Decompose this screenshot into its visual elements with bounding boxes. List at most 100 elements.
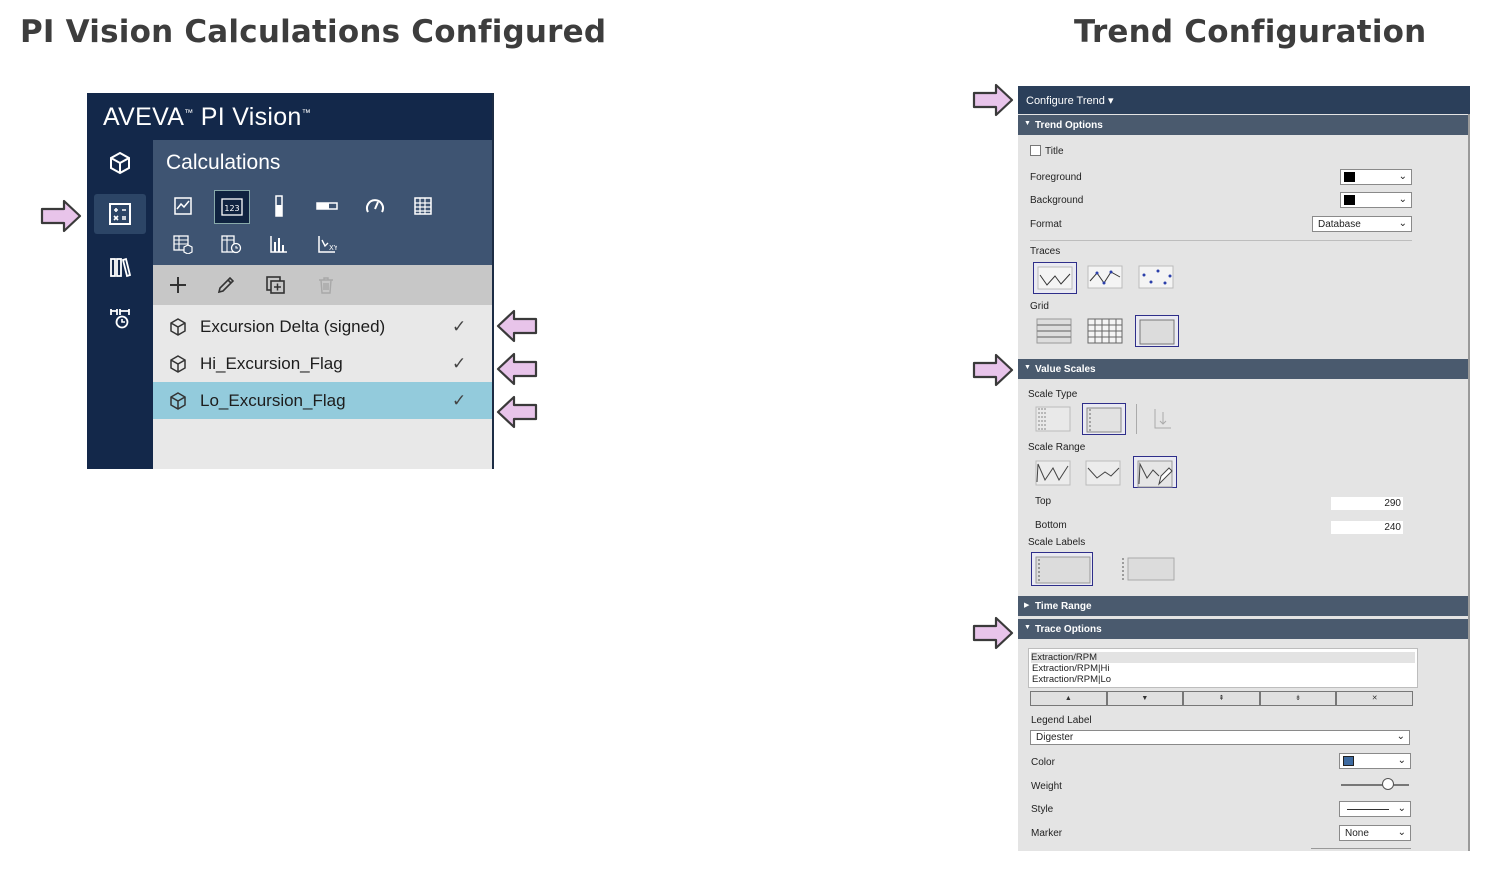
chevron-down-icon: ⌄ bbox=[1398, 218, 1407, 229]
move-down-button[interactable]: ▼ bbox=[1106, 691, 1184, 706]
background-select[interactable]: ⌄ bbox=[1340, 192, 1412, 208]
add-icon[interactable] bbox=[163, 271, 193, 299]
top-input[interactable]: 290 bbox=[1331, 497, 1403, 510]
section-value-scales[interactable]: ▼ Value Scales bbox=[1018, 359, 1468, 379]
legend-label-label: Legend Label bbox=[1031, 715, 1092, 726]
scale-type-label: Scale Type bbox=[1028, 389, 1078, 400]
marker-select[interactable]: None ⌄ bbox=[1339, 825, 1411, 841]
calculations-title: Calculations bbox=[166, 151, 281, 174]
title-checkbox[interactable] bbox=[1030, 145, 1041, 156]
arrow-right-icon bbox=[972, 615, 1014, 651]
style-select[interactable]: ⌄ bbox=[1339, 801, 1411, 817]
marker-label: Marker bbox=[1031, 828, 1063, 839]
expanded-triangle-icon: ▼ bbox=[1024, 624, 1031, 631]
scale-type-multiple-button[interactable] bbox=[1032, 403, 1076, 435]
scale-labels-outside-button[interactable] bbox=[1117, 552, 1179, 586]
legend-label-select[interactable]: Digester ⌄ bbox=[1030, 730, 1410, 745]
calculation-row-selected[interactable]: Lo_Excursion_Flag ✓ bbox=[153, 382, 492, 419]
move-bottom-button[interactable]: ⇟ bbox=[1259, 691, 1337, 706]
horizontal-gauge-icon[interactable] bbox=[310, 190, 344, 222]
events-icon[interactable] bbox=[94, 298, 146, 338]
bar-chart-icon[interactable] bbox=[262, 228, 296, 260]
calculations-icon[interactable] bbox=[94, 194, 146, 234]
move-up-button[interactable]: ▲ bbox=[1030, 691, 1107, 706]
weight-slider-handle[interactable] bbox=[1382, 778, 1394, 790]
scale-labels-inside-button[interactable] bbox=[1031, 552, 1093, 586]
arrow-left-icon bbox=[496, 308, 538, 344]
assets-icon[interactable] bbox=[94, 143, 146, 183]
trace-item[interactable]: Extraction/RPM|Hi bbox=[1032, 663, 1109, 674]
event-table-icon[interactable] bbox=[214, 228, 248, 260]
format-select[interactable]: Database ⌄ bbox=[1312, 216, 1412, 232]
grid-full-button[interactable] bbox=[1084, 315, 1128, 347]
color-select[interactable]: ⌄ bbox=[1339, 753, 1411, 769]
calculations-list: Excursion Delta (signed) ✓ Hi_Excursion_… bbox=[153, 305, 492, 469]
duplicate-icon[interactable] bbox=[261, 271, 291, 299]
section-trace-options[interactable]: ▼ Trace Options bbox=[1018, 619, 1468, 639]
weight-label: Weight bbox=[1031, 781, 1062, 792]
trace-item[interactable]: Extraction/RPM|Lo bbox=[1032, 674, 1111, 685]
move-top-button[interactable]: ⇞ bbox=[1183, 691, 1260, 706]
table-icon[interactable] bbox=[406, 190, 440, 222]
scale-range-autorange-button[interactable] bbox=[1032, 457, 1076, 489]
trace-line-button[interactable] bbox=[1033, 262, 1077, 294]
xy-plot-icon[interactable]: XY bbox=[310, 228, 344, 260]
asset-comparison-table-icon[interactable] bbox=[166, 228, 200, 260]
right-heading: Trend Configuration bbox=[1074, 14, 1427, 50]
vertical-gauge-icon[interactable] bbox=[262, 190, 296, 222]
arrow-left-icon bbox=[496, 394, 538, 430]
trace-item-selected[interactable]: Extraction/RPM bbox=[1031, 652, 1415, 663]
app-title-bar: AVEVA™ PI Vision™ bbox=[87, 93, 492, 140]
collapsed-triangle-icon: ▶ bbox=[1024, 602, 1030, 609]
traces-label: Traces bbox=[1030, 246, 1061, 257]
trace-order-buttons: ▲ ▼ ⇞ ⇟ ✕ bbox=[1030, 691, 1413, 706]
color-label: Color bbox=[1031, 757, 1055, 768]
bottom-label: Bottom bbox=[1035, 520, 1067, 531]
arrow-right-icon bbox=[40, 198, 82, 234]
section-time-range[interactable]: ▶ Time Range bbox=[1018, 596, 1468, 616]
scrollbar[interactable] bbox=[1468, 114, 1470, 851]
edit-icon[interactable] bbox=[211, 271, 241, 299]
trace-line-markers-button[interactable] bbox=[1084, 262, 1128, 294]
weight-slider[interactable] bbox=[1341, 784, 1409, 786]
title-label: Title bbox=[1045, 146, 1064, 157]
divider bbox=[1030, 240, 1412, 241]
expanded-triangle-icon: ▼ bbox=[1024, 120, 1031, 127]
configure-trend-title: Configure Trend ▾ bbox=[1026, 95, 1114, 107]
clipped-control bbox=[1311, 848, 1411, 851]
expanded-triangle-icon: ▼ bbox=[1024, 364, 1031, 371]
app-title: AVEVA™ PI Vision™ bbox=[103, 103, 311, 131]
scale-type-stacked-button[interactable] bbox=[1144, 403, 1188, 435]
calculation-row[interactable]: Excursion Delta (signed) ✓ bbox=[153, 308, 492, 345]
style-label: Style bbox=[1031, 804, 1054, 815]
symbol-palette: 123 XY bbox=[153, 185, 492, 265]
foreground-select[interactable]: ⌄ bbox=[1340, 169, 1412, 185]
grid-horizontal-button[interactable] bbox=[1033, 315, 1077, 347]
remove-trace-button[interactable]: ✕ bbox=[1336, 691, 1413, 706]
value-icon[interactable]: 123 bbox=[214, 190, 250, 224]
calculation-row[interactable]: Hi_Excursion_Flag ✓ bbox=[153, 345, 492, 382]
scale-type-single-button[interactable] bbox=[1082, 403, 1126, 435]
delete-icon[interactable] bbox=[311, 271, 341, 299]
arrow-right-icon bbox=[972, 352, 1014, 388]
chevron-down-icon: ⌄ bbox=[1397, 827, 1406, 838]
trend-icon[interactable] bbox=[166, 190, 200, 222]
pi-vision-panel: AVEVA™ PI Vision™ Calculations 123 X Exc… bbox=[87, 93, 494, 469]
top-label: Top bbox=[1035, 496, 1052, 507]
calculations-header: Calculations bbox=[153, 140, 492, 185]
background-label: Background bbox=[1030, 195, 1084, 206]
trace-markers-button[interactable] bbox=[1135, 262, 1179, 294]
configure-trend-header[interactable]: Configure Trend ▾ bbox=[1018, 86, 1470, 114]
grid-label: Grid bbox=[1030, 301, 1049, 312]
solid-line-icon bbox=[1347, 809, 1389, 810]
library-icon[interactable] bbox=[94, 247, 146, 287]
section-trend-options[interactable]: ▼ Trend Options bbox=[1018, 115, 1468, 135]
cube-icon bbox=[163, 317, 193, 337]
scale-range-label: Scale Range bbox=[1028, 442, 1086, 453]
scale-range-database-button[interactable] bbox=[1082, 457, 1126, 489]
scale-range-custom-button[interactable] bbox=[1133, 456, 1177, 488]
bottom-input[interactable]: 240 bbox=[1331, 521, 1403, 534]
grid-none-button[interactable] bbox=[1135, 315, 1179, 347]
radial-gauge-icon[interactable] bbox=[358, 190, 392, 222]
arrow-right-icon bbox=[972, 82, 1014, 118]
